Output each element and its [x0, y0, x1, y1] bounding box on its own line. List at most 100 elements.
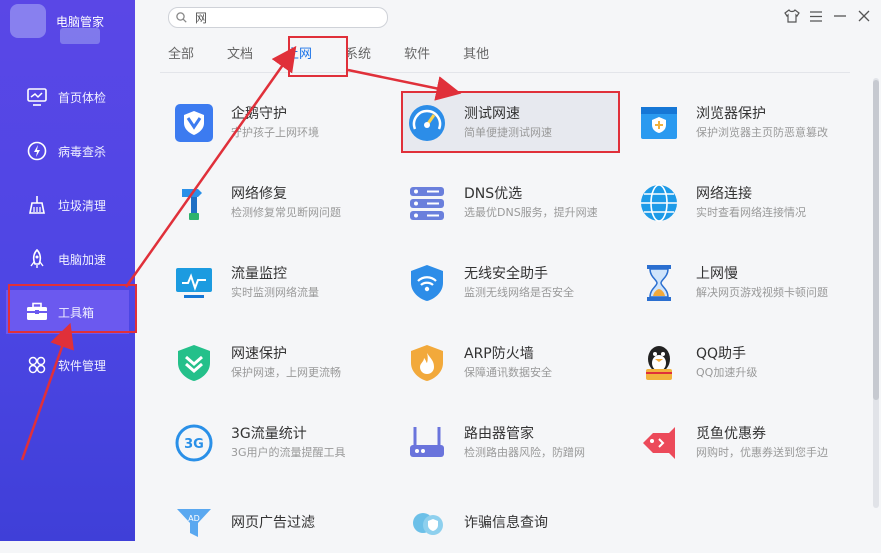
sidebar-item-label: 工具箱 [58, 305, 95, 320]
tool-name: 网络修复 [231, 186, 287, 202]
tool-name: 流量监控 [231, 266, 287, 282]
search-input[interactable] [193, 9, 367, 26]
tool-name: 觅鱼优惠券 [696, 426, 766, 442]
tool-item[interactable]: 觅鱼优惠券网购时，优惠券送到您手边 [635, 413, 865, 473]
tool-name: 上网慢 [696, 266, 738, 282]
tab-divider [160, 72, 850, 73]
tool-description: 检测修复常见断网问题 [231, 206, 341, 219]
sidebar-item-label: 病毒查杀 [58, 144, 107, 159]
sidebar-item-label: 垃圾清理 [58, 198, 107, 213]
tool-description: 保护浏览器主页防恶意篡改 [696, 126, 828, 139]
tool-description: 实时查看网络连接情况 [696, 206, 806, 219]
tool-description: 解决网页游戏视频卡顿问题 [696, 286, 828, 299]
tool-description: 监测无线网络是否安全 [464, 286, 574, 299]
tool-item[interactable]: 企鹅守护守护孩子上网环境 [170, 93, 400, 153]
toolbox-icon [26, 301, 48, 323]
skin-icon[interactable] [783, 7, 801, 25]
tab-internet[interactable]: 上网 [286, 40, 312, 70]
tool-item[interactable]: ARP防火墙保障通讯数据安全 [403, 333, 633, 393]
tool-item[interactable]: 网络连接实时查看网络连接情况 [635, 173, 865, 233]
tab-docs[interactable]: 文档 [227, 40, 253, 70]
sidebar-item-home-check[interactable]: 首页体检 [0, 70, 135, 124]
tool-name: 诈骗信息查询 [464, 515, 548, 531]
svg-text:AD: AD [188, 514, 200, 523]
penguin-icon [639, 343, 679, 383]
tool-description: 选最优DNS服务，提升网速 [464, 206, 598, 219]
monitor-icon [26, 86, 48, 108]
tool-item[interactable]: 网络修复检测修复常见断网问题 [170, 173, 400, 233]
shield-icon [174, 103, 214, 143]
tab-software[interactable]: 软件 [404, 40, 430, 70]
tool-name: 网页广告过滤 [231, 515, 315, 531]
fish-icon [639, 423, 679, 463]
tool-description: 实时监测网络流量 [231, 286, 319, 299]
hourglass-icon [639, 263, 679, 303]
tool-item[interactable]: QQ助手 QQ加速升级 [635, 333, 865, 393]
tool-item[interactable]: 诈骗信息查询 [403, 493, 633, 553]
fire-shield-icon [407, 343, 447, 383]
menu-icon[interactable] [807, 7, 825, 25]
tool-description: 保护网速，上网更流畅 [231, 366, 341, 379]
wifi-shield-icon [407, 263, 447, 303]
tool-name: 测试网速 [464, 106, 520, 122]
scrollbar-thumb[interactable] [873, 80, 879, 400]
search-box[interactable] [168, 7, 388, 28]
sidebar-item-software[interactable]: 软件管理 [0, 338, 135, 392]
sidebar-item-label: 电脑加速 [58, 252, 107, 267]
apps-icon [26, 354, 48, 376]
globe-icon [639, 183, 679, 223]
close-icon[interactable] [855, 7, 873, 25]
hammer-icon [174, 183, 214, 223]
sidebar-item-label: 首页体检 [58, 90, 107, 105]
sidebar-item-speedup[interactable]: 电脑加速 [0, 232, 135, 286]
tool-item[interactable]: 测试网速简单便捷测试网速 [403, 93, 618, 153]
3g-icon: 3G [174, 423, 214, 463]
sidebar-item-virus-scan[interactable]: 病毒查杀 [0, 124, 135, 178]
rocket-icon [26, 248, 48, 270]
speedometer-icon [407, 103, 447, 143]
tool-item[interactable]: AD 网页广告过滤 [170, 493, 400, 553]
tool-item[interactable]: 流量监控实时监测网络流量 [170, 253, 400, 313]
tool-name: ARP防火墙 [464, 346, 534, 362]
category-tabs: 全部 文档 上网 系统 软件 其他 [168, 40, 522, 70]
app-title: 电脑管家 [56, 14, 105, 29]
tool-item[interactable]: 网速保护 保护网速，上网更流畅 [170, 333, 400, 393]
blurred-username [60, 28, 100, 44]
sidebar-nav: 首页体检 病毒查杀 垃圾清理 电脑加速 工具箱 软件管理 [0, 70, 135, 392]
tool-item[interactable]: 3G 3G流量统计 3G用户的流量提醒工具 [170, 413, 400, 473]
tool-item[interactable]: 浏览器保护保护浏览器主页防恶意篡改 [635, 93, 865, 153]
tool-name: 无线安全助手 [464, 266, 548, 282]
router-icon [407, 423, 447, 463]
tool-name: QQ助手 [696, 346, 747, 362]
search-icon [176, 12, 187, 23]
search-shield-icon [407, 503, 447, 543]
tab-system[interactable]: 系统 [345, 40, 371, 70]
sidebar-item-toolbox[interactable]: 工具箱 [6, 290, 129, 334]
green-shield-icon [174, 343, 214, 383]
avatar[interactable] [10, 4, 46, 38]
tool-name: DNS优选 [464, 186, 523, 202]
tool-item[interactable]: 路由器管家检测路由器风险，防蹭网 [403, 413, 633, 473]
tool-name: 路由器管家 [464, 426, 534, 442]
tool-name: 浏览器保护 [696, 106, 766, 122]
tool-description: 守护孩子上网环境 [231, 126, 319, 139]
window-controls [783, 7, 873, 25]
tool-name: 3G流量统计 [231, 426, 307, 442]
tool-name: 网络连接 [696, 186, 752, 202]
tool-description: 网购时，优惠券送到您手边 [696, 446, 828, 459]
tab-all[interactable]: 全部 [168, 40, 194, 70]
tool-item[interactable]: DNS优选选最优DNS服务，提升网速 [403, 173, 633, 233]
sidebar-item-label: 软件管理 [58, 358, 107, 373]
tool-description: 简单便捷测试网速 [464, 126, 552, 139]
monitor-chart-icon [174, 263, 214, 303]
tool-description: 检测路由器风险，防蹭网 [464, 446, 585, 459]
tool-name: 企鹅守护 [231, 106, 287, 122]
sidebar: 电脑管家 首页体检 病毒查杀 垃圾清理 电脑加速 工具箱 软件管理 [0, 0, 135, 541]
sidebar-item-junk-clean[interactable]: 垃圾清理 [0, 178, 135, 232]
tool-item[interactable]: 无线安全助手监测无线网络是否安全 [403, 253, 633, 313]
tool-description: 保障通讯数据安全 [464, 366, 552, 379]
tab-other[interactable]: 其他 [463, 40, 489, 70]
lightning-icon [26, 140, 48, 162]
minimize-icon[interactable] [831, 7, 849, 25]
tool-item[interactable]: 上网慢解决网页游戏视频卡顿问题 [635, 253, 865, 313]
